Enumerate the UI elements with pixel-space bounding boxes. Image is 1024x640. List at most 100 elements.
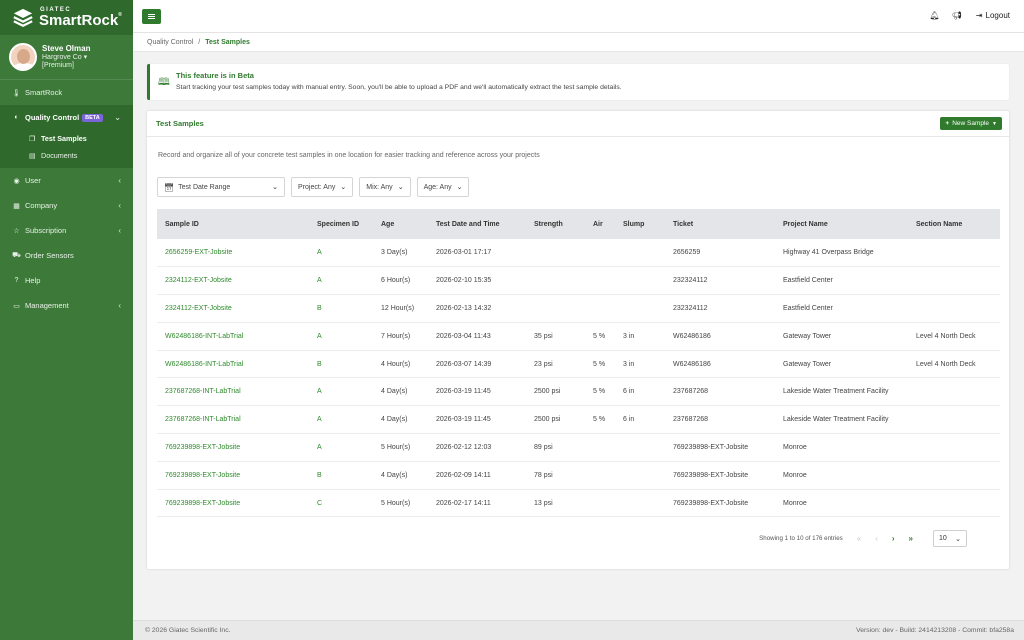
logout-button[interactable]: ⇥ Logout bbox=[976, 11, 1010, 20]
specimen-id-link[interactable]: A bbox=[309, 434, 373, 462]
chevron-left-icon: ‹ bbox=[118, 176, 121, 185]
sample-id-link[interactable]: 769239898-EXT-Jobsite bbox=[157, 434, 309, 462]
age-filter[interactable]: Age: Any ⌄ bbox=[416, 177, 470, 197]
table-header-row: Sample ID Specimen ID Age Test Date and … bbox=[157, 209, 1000, 239]
specimen-id-link[interactable]: B bbox=[309, 350, 373, 378]
specimen-id-link[interactable]: A bbox=[309, 406, 373, 434]
specimen-id-link[interactable]: A bbox=[309, 322, 373, 350]
table-cell bbox=[908, 406, 1000, 434]
sidebar-item-company[interactable]: ▦ Company ‹ bbox=[0, 193, 133, 218]
prev-page-icon[interactable]: ‹ bbox=[875, 534, 878, 543]
column-header[interactable]: Strength bbox=[526, 209, 585, 239]
sidebar-item-label: User bbox=[25, 176, 41, 185]
sample-id-link[interactable]: 237687268-INT-LabTrial bbox=[157, 406, 309, 434]
sidebar-item-order-sensors[interactable]: ⛟ Order Sensors bbox=[0, 243, 133, 268]
specimen-id-link[interactable]: B bbox=[309, 461, 373, 489]
column-header[interactable]: Section Name bbox=[908, 209, 1000, 239]
project-filter[interactable]: Project: Any ⌄ bbox=[291, 177, 354, 197]
column-header[interactable]: Sample ID bbox=[157, 209, 309, 239]
sidebar-item-documents[interactable]: ▤ Documents bbox=[0, 147, 133, 164]
user-profile[interactable]: Steve Olman Hargrove Co ▾ [Premium] bbox=[0, 35, 133, 80]
column-header[interactable]: Specimen ID bbox=[309, 209, 373, 239]
table-cell: 2026-02-09 14:11 bbox=[436, 471, 491, 479]
caret-down-icon: ▼ bbox=[992, 120, 997, 127]
first-page-icon[interactable]: « bbox=[857, 534, 861, 543]
next-page-icon[interactable]: › bbox=[892, 534, 895, 543]
breadcrumb-parent[interactable]: Quality Control bbox=[147, 39, 193, 46]
sample-id-link[interactable]: 2656259-EXT-Jobsite bbox=[157, 239, 309, 267]
column-header[interactable]: Slump bbox=[615, 209, 665, 239]
sample-id-link[interactable]: 769239898-EXT-Jobsite bbox=[157, 461, 309, 489]
sample-id-link[interactable]: W62486186-INT-LabTrial bbox=[157, 350, 309, 378]
breadcrumb: Quality Control / Test Samples bbox=[133, 33, 1024, 52]
column-header[interactable]: Test Date and Time bbox=[428, 209, 526, 239]
table-cell bbox=[908, 461, 1000, 489]
thermometer-icon: 🌡︎ bbox=[12, 89, 21, 97]
table-cell: 769239898-EXT-Jobsite bbox=[673, 443, 749, 451]
sidebar-item-label: Documents bbox=[41, 151, 78, 160]
page-size-select[interactable]: 10 ⌄ bbox=[933, 530, 967, 547]
chevron-down-icon: ⌄ bbox=[340, 184, 347, 191]
specimen-id-link[interactable]: C bbox=[309, 489, 373, 517]
table-row[interactable]: W62486186-INT-LabTrial A 7 Hour(s) 2026-03-… bbox=[157, 322, 1000, 351]
sample-id-link[interactable]: 237687268-INT-LabTrial bbox=[157, 378, 309, 406]
user-org[interactable]: Hargrove Co ▾ bbox=[42, 54, 90, 62]
table-cell bbox=[526, 239, 585, 267]
column-header[interactable]: Project Name bbox=[775, 209, 908, 239]
new-sample-button[interactable]: + New Sample ▼ bbox=[940, 117, 1002, 130]
sidebar-item-test-samples[interactable]: ❐ Test Samples bbox=[0, 130, 133, 147]
sidebar-item-management[interactable]: ▭ Management ‹ bbox=[0, 293, 133, 318]
sample-id-link[interactable]: W62486186-INT-LabTrial bbox=[157, 322, 309, 350]
table-row[interactable]: 769239898-EXT-Jobsite B 4 Day(s) 2026-02-09… bbox=[157, 461, 1000, 490]
specimen-id-link[interactable]: B bbox=[309, 295, 373, 323]
column-header[interactable]: Air bbox=[585, 209, 615, 239]
column-header[interactable]: Ticket bbox=[665, 209, 775, 239]
megaphone-icon[interactable]: 📢︎ bbox=[952, 11, 962, 20]
sidebar-item-smartrock[interactable]: 🌡︎ SmartRock bbox=[0, 80, 133, 105]
table-cell bbox=[615, 434, 665, 462]
specimen-id-link[interactable]: A bbox=[309, 378, 373, 406]
table-row[interactable]: 237687268-INT-LabTrial A 4 Day(s) 2026-03-1… bbox=[157, 406, 1000, 434]
quality-control-submenu: ❐ Test Samples ▤ Documents bbox=[0, 130, 133, 168]
specimen-id-link[interactable]: A bbox=[309, 267, 373, 295]
project-filter-label: Project: Any bbox=[298, 183, 336, 191]
table-row[interactable]: 769239898-EXT-Jobsite A 5 Hour(s) 2026-02-1… bbox=[157, 434, 1000, 462]
column-header[interactable]: Age bbox=[373, 209, 428, 239]
sample-id-link[interactable]: 769239898-EXT-Jobsite bbox=[157, 489, 309, 517]
table-cell: 3 in bbox=[623, 332, 635, 340]
table-cell: 89 psi bbox=[534, 443, 553, 451]
sample-id-link[interactable]: 2324112-EXT-Jobsite bbox=[157, 267, 309, 295]
mix-filter[interactable]: Mix: Any ⌄ bbox=[359, 177, 411, 197]
table-row[interactable]: 2324112-EXT-Jobsite B 12 Hour(s) 2026-02-13… bbox=[157, 295, 1000, 323]
sidebar-item-user[interactable]: ◉ User ‹ bbox=[0, 168, 133, 193]
table-cell: 232324112 bbox=[673, 304, 708, 312]
pagination: Showing 1 to 10 of 176 entries « ‹ › » 1… bbox=[759, 530, 967, 547]
brand[interactable]: GIATEC SmartRock® bbox=[0, 0, 133, 35]
table-cell bbox=[526, 267, 585, 295]
date-range-filter[interactable]: 📅︎ Test Date Range ⌄ bbox=[157, 177, 285, 197]
last-page-icon[interactable]: » bbox=[909, 534, 913, 543]
specimen-id-link[interactable]: A bbox=[309, 239, 373, 267]
table-cell bbox=[585, 239, 615, 267]
card-description: Record and organize all of your concrete… bbox=[158, 152, 540, 159]
sidebar-item-quality-control[interactable]: ◐ Quality Control BETA ⌄ bbox=[0, 105, 133, 130]
table-cell bbox=[908, 267, 1000, 295]
table-cell bbox=[615, 295, 665, 323]
table-row[interactable]: 769239898-EXT-Jobsite C 5 Hour(s) 2026-02-1… bbox=[157, 489, 1000, 517]
menu-toggle-button[interactable] bbox=[142, 9, 161, 24]
alert-text: Start tracking your test samples today w… bbox=[176, 84, 622, 91]
sample-id-link[interactable]: 2324112-EXT-Jobsite bbox=[157, 295, 309, 323]
sidebar-item-label: Quality Control bbox=[25, 113, 80, 122]
sidebar-item-help[interactable]: ? Help bbox=[0, 268, 133, 293]
table-cell bbox=[908, 489, 1000, 517]
table-row[interactable]: 2656259-EXT-Jobsite A 3 Day(s) 2026-03-01 1… bbox=[157, 239, 1000, 267]
table-cell: Monroe bbox=[783, 443, 807, 451]
table-row[interactable]: 237687268-INT-LabTrial A 4 Day(s) 2026-03-1… bbox=[157, 378, 1000, 406]
sidebar-item-subscription[interactable]: ☆ Subscription ‹ bbox=[0, 218, 133, 243]
table-cell: 5 % bbox=[593, 332, 606, 340]
bell-icon[interactable]: 🔔︎ bbox=[930, 11, 940, 20]
copy-icon: ❐ bbox=[29, 135, 36, 143]
table-row[interactable]: W62486186-INT-LabTrial B 4 Hour(s) 2026-03-… bbox=[157, 350, 1000, 378]
table-row[interactable]: 2324112-EXT-Jobsite A 6 Hour(s) 2026-02-10 … bbox=[157, 267, 1000, 295]
cart-icon: ⛟ bbox=[12, 252, 21, 259]
